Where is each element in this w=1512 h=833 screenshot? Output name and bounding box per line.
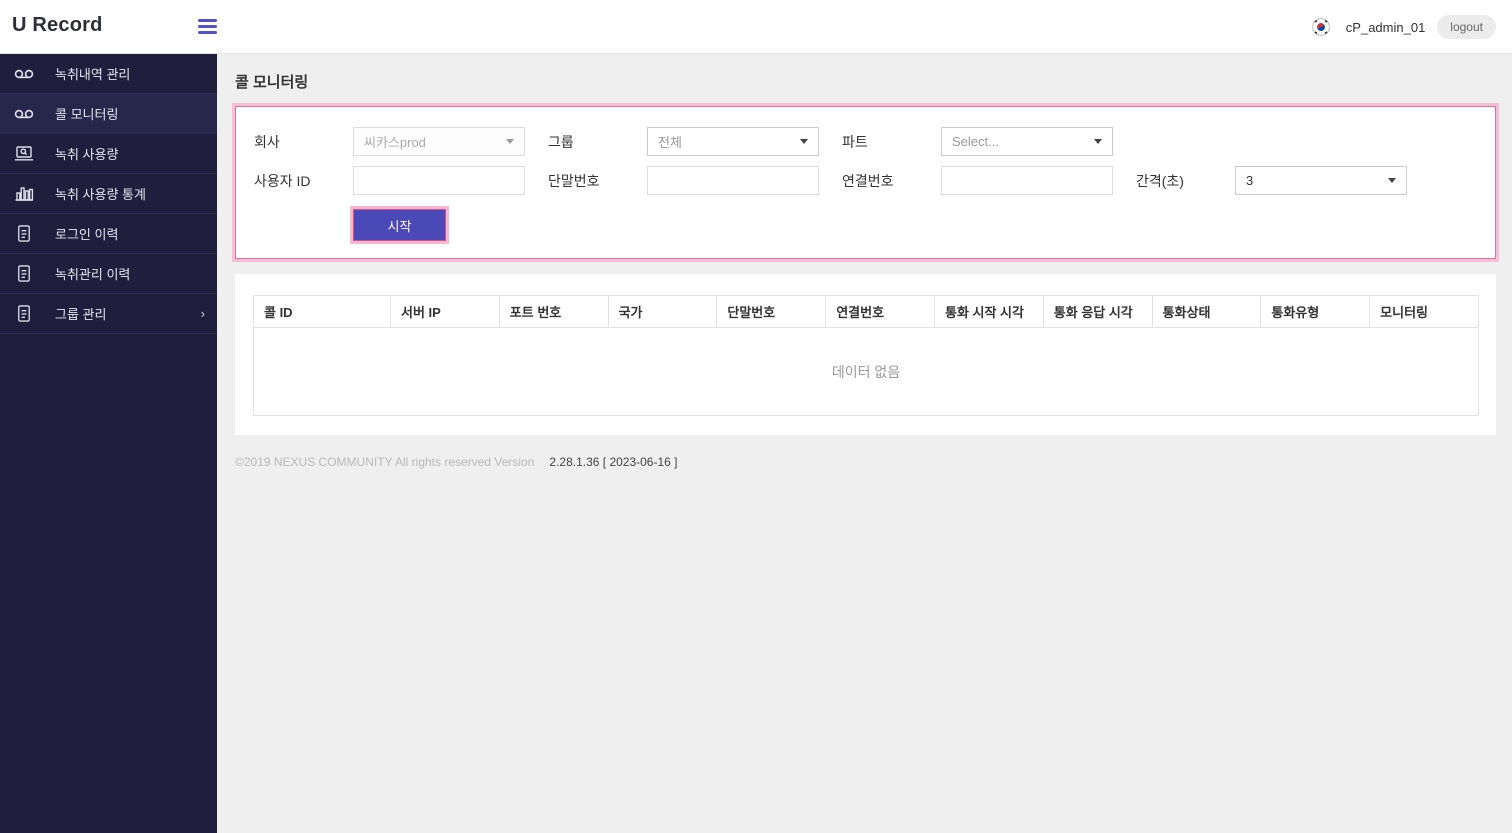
group-field-group: 그룹 전체 — [548, 127, 819, 156]
chevron-down-icon — [506, 139, 514, 144]
terminal-no-label: 단말번호 — [548, 172, 600, 189]
sidebar-item-recording-mgmt-history[interactable]: 녹취관리 이력 — [0, 254, 217, 294]
sidebar-nav: 녹취내역 관리 콜 모니터링 녹취 사용량 녹취 사용량 통계 로그인 이력 녹… — [0, 54, 217, 833]
monitoring-table: 콜 ID 서버 IP 포트 번호 국가 단말번호 연결번호 통화 시작 시각 통… — [253, 295, 1479, 416]
col-call-type: 통화유형 — [1260, 295, 1371, 328]
voicemail-icon — [13, 65, 35, 83]
sidebar-item-login-history[interactable]: 로그인 이력 — [0, 214, 217, 254]
sidebar-item-label: 콜 모니터링 — [55, 107, 119, 122]
sidebar-item-label: 녹취내역 관리 — [55, 67, 131, 82]
connection-no-field-group: 연결번호 — [842, 166, 1113, 195]
page-title: 콜 모니터링 — [235, 74, 309, 91]
page-footer: ©2019 NEXUS COMMUNITY All rights reserve… — [235, 455, 1496, 469]
group-select[interactable]: 전체 — [647, 127, 819, 156]
header-user-area: cP_admin_01 logout — [1311, 0, 1496, 54]
connection-no-input[interactable] — [941, 166, 1113, 195]
logout-button[interactable]: logout — [1437, 15, 1496, 39]
company-select-value: 씨카스prod — [364, 135, 426, 150]
voicemail-icon — [13, 105, 35, 123]
filter-row-2: 사용자 ID 단말번호 연결번호 간격(초) 3 — [254, 166, 1495, 195]
user-id-label: 사용자 ID — [254, 172, 311, 189]
terminal-no-input[interactable] — [647, 166, 819, 195]
part-label: 파트 — [842, 133, 868, 150]
main-content: 콜 모니터링 회사 씨카스prod 그룹 전체 파트 Select... 사용자… — [217, 54, 1512, 833]
col-connection-no: 연결번호 — [825, 295, 935, 328]
menu-toggle-icon[interactable] — [198, 19, 217, 35]
chevron-down-icon — [800, 139, 808, 144]
copyright-text: ©2019 NEXUS COMMUNITY All rights reserve… — [235, 455, 535, 469]
col-call-id: 콜 ID — [253, 295, 391, 328]
col-country: 국가 — [607, 295, 718, 328]
sidebar-item-label: 로그인 이력 — [55, 227, 119, 242]
document-icon — [13, 305, 35, 323]
app-logo: U Record — [12, 14, 103, 36]
chevron-down-icon — [1094, 139, 1102, 144]
korea-flag-icon — [1311, 18, 1330, 36]
group-select-value: 전체 — [658, 135, 682, 150]
version-text: 2.28.1.36 [ 2023-06-16 ] — [549, 455, 678, 469]
col-call-status: 통화상태 — [1151, 295, 1262, 328]
part-select[interactable]: Select... — [941, 127, 1113, 156]
sidebar-item-label: 녹취관리 이력 — [55, 267, 131, 282]
sidebar-item-recording-history-mgmt[interactable]: 녹취내역 관리 — [0, 54, 217, 94]
document-icon — [13, 265, 35, 283]
connection-no-label: 연결번호 — [842, 172, 894, 189]
sidebar-item-group-mgmt[interactable]: 그룹 관리 › — [0, 294, 217, 334]
col-call-answer-time: 통화 응답 시각 — [1042, 295, 1153, 328]
col-port-no: 포트 번호 — [498, 295, 609, 328]
chevron-down-icon — [1388, 178, 1396, 183]
logged-in-username: cP_admin_01 — [1345, 19, 1426, 35]
user-id-input[interactable] — [353, 166, 525, 195]
col-terminal-no: 단말번호 — [716, 295, 827, 328]
sidebar-item-recording-usage[interactable]: 녹취 사용량 — [0, 134, 217, 174]
chevron-right-icon: › — [200, 306, 205, 321]
document-icon — [13, 225, 35, 243]
sidebar-item-label: 그룹 관리 — [55, 307, 107, 322]
sidebar-item-call-monitoring[interactable]: 콜 모니터링 — [0, 94, 217, 134]
terminal-no-field-group: 단말번호 — [548, 166, 819, 195]
group-label: 그룹 — [548, 133, 574, 150]
company-field-group: 회사 씨카스prod — [254, 127, 525, 156]
col-server-ip: 서버 IP — [390, 295, 500, 328]
interval-field-group: 간격(초) 3 — [1136, 166, 1407, 195]
company-label: 회사 — [254, 133, 280, 150]
bar-chart-icon — [13, 185, 35, 203]
interval-label: 간격(초) — [1136, 172, 1184, 189]
sidebar-item-label: 녹취 사용량 — [55, 147, 119, 162]
interval-select[interactable]: 3 — [1235, 166, 1407, 195]
table-header-row: 콜 ID 서버 IP 포트 번호 국가 단말번호 연결번호 통화 시작 시각 통… — [253, 295, 1479, 328]
col-monitoring: 모니터링 — [1369, 295, 1479, 328]
user-id-field-group: 사용자 ID — [254, 166, 525, 195]
col-call-start-time: 통화 시작 시각 — [933, 295, 1044, 328]
company-select[interactable]: 씨카스prod — [353, 127, 525, 156]
interval-select-value: 3 — [1246, 173, 1254, 188]
top-header: U Record cP_admin_01 logout — [0, 0, 1512, 54]
monitoring-table-card: 콜 ID 서버 IP 포트 번호 국가 단말번호 연결번호 통화 시작 시각 통… — [235, 274, 1496, 435]
call-monitoring-filter-panel: 회사 씨카스prod 그룹 전체 파트 Select... 사용자 ID 단말번… — [235, 106, 1496, 259]
empty-state-text: 데이터 없음 — [253, 327, 1479, 416]
table-empty-row: 데이터 없음 — [253, 327, 1479, 416]
sidebar-item-label: 녹취 사용량 통계 — [55, 187, 146, 202]
laptop-search-icon — [13, 145, 35, 163]
start-button[interactable]: 시작 — [353, 209, 446, 241]
sidebar-item-recording-usage-stats[interactable]: 녹취 사용량 통계 — [0, 174, 217, 214]
part-field-group: 파트 Select... — [842, 127, 1113, 156]
filter-actions-row: 시작 — [353, 209, 1495, 241]
part-select-value: Select... — [952, 134, 999, 149]
filter-row-1: 회사 씨카스prod 그룹 전체 파트 Select... — [254, 127, 1495, 156]
